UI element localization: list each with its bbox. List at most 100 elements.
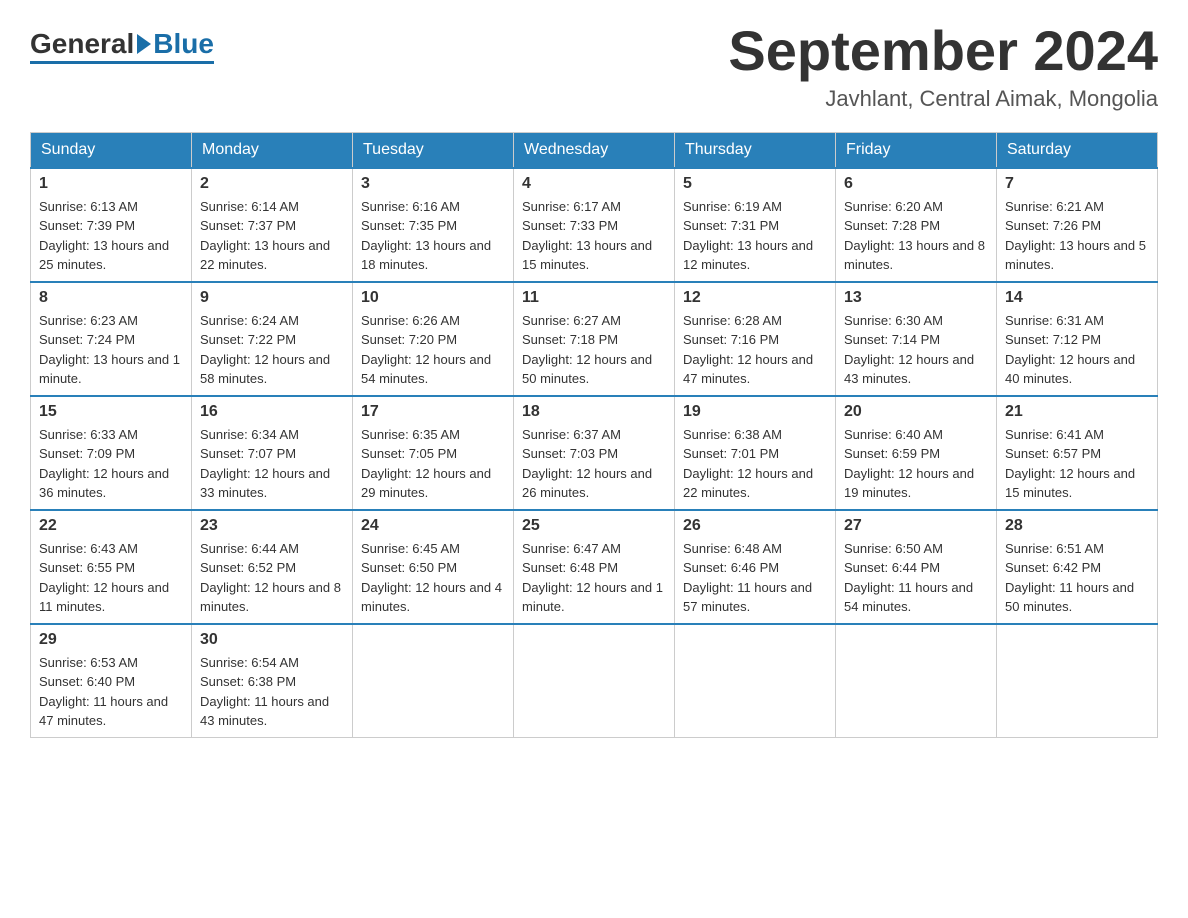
sunrise-label: Sunrise: 6:38 AM	[683, 427, 782, 442]
day-info: Sunrise: 6:21 AM Sunset: 7:26 PM Dayligh…	[1005, 197, 1149, 275]
sunset-label: Sunset: 7:07 PM	[200, 446, 296, 461]
daylight-label: Daylight: 11 hours and 54 minutes.	[844, 580, 973, 615]
sunrise-label: Sunrise: 6:17 AM	[522, 199, 621, 214]
calendar-cell: 27 Sunrise: 6:50 AM Sunset: 6:44 PM Dayl…	[836, 510, 997, 624]
calendar-cell: 29 Sunrise: 6:53 AM Sunset: 6:40 PM Dayl…	[31, 624, 192, 738]
sunset-label: Sunset: 7:20 PM	[361, 332, 457, 347]
calendar-cell: 4 Sunrise: 6:17 AM Sunset: 7:33 PM Dayli…	[514, 168, 675, 282]
calendar-cell: 24 Sunrise: 6:45 AM Sunset: 6:50 PM Dayl…	[353, 510, 514, 624]
daylight-label: Daylight: 13 hours and 15 minutes.	[522, 238, 652, 273]
daylight-label: Daylight: 13 hours and 12 minutes.	[683, 238, 813, 273]
day-number: 12	[683, 289, 827, 307]
sunrise-label: Sunrise: 6:34 AM	[200, 427, 299, 442]
sunrise-label: Sunrise: 6:14 AM	[200, 199, 299, 214]
sunrise-label: Sunrise: 6:26 AM	[361, 313, 460, 328]
sunset-label: Sunset: 7:01 PM	[683, 446, 779, 461]
sunrise-label: Sunrise: 6:13 AM	[39, 199, 138, 214]
location-subtitle: Javhlant, Central Aimak, Mongolia	[728, 86, 1158, 112]
calendar-cell: 9 Sunrise: 6:24 AM Sunset: 7:22 PM Dayli…	[192, 282, 353, 396]
col-header-thursday: Thursday	[675, 132, 836, 168]
sunset-label: Sunset: 7:28 PM	[844, 218, 940, 233]
calendar-cell: 17 Sunrise: 6:35 AM Sunset: 7:05 PM Dayl…	[353, 396, 514, 510]
sunrise-label: Sunrise: 6:24 AM	[200, 313, 299, 328]
sunrise-label: Sunrise: 6:50 AM	[844, 541, 943, 556]
day-number: 14	[1005, 289, 1149, 307]
sunrise-label: Sunrise: 6:33 AM	[39, 427, 138, 442]
calendar-cell: 23 Sunrise: 6:44 AM Sunset: 6:52 PM Dayl…	[192, 510, 353, 624]
day-info: Sunrise: 6:43 AM Sunset: 6:55 PM Dayligh…	[39, 539, 183, 617]
daylight-label: Daylight: 12 hours and 8 minutes.	[200, 580, 341, 615]
sunrise-label: Sunrise: 6:31 AM	[1005, 313, 1104, 328]
daylight-label: Daylight: 13 hours and 8 minutes.	[844, 238, 985, 273]
calendar-week-row: 1 Sunrise: 6:13 AM Sunset: 7:39 PM Dayli…	[31, 168, 1158, 282]
daylight-label: Daylight: 12 hours and 50 minutes.	[522, 352, 652, 387]
calendar-week-row: 29 Sunrise: 6:53 AM Sunset: 6:40 PM Dayl…	[31, 624, 1158, 738]
day-info: Sunrise: 6:27 AM Sunset: 7:18 PM Dayligh…	[522, 311, 666, 389]
calendar-cell	[997, 624, 1158, 738]
sunrise-label: Sunrise: 6:43 AM	[39, 541, 138, 556]
calendar-cell: 28 Sunrise: 6:51 AM Sunset: 6:42 PM Dayl…	[997, 510, 1158, 624]
calendar-cell: 7 Sunrise: 6:21 AM Sunset: 7:26 PM Dayli…	[997, 168, 1158, 282]
calendar-cell: 21 Sunrise: 6:41 AM Sunset: 6:57 PM Dayl…	[997, 396, 1158, 510]
calendar-cell: 30 Sunrise: 6:54 AM Sunset: 6:38 PM Dayl…	[192, 624, 353, 738]
sunrise-label: Sunrise: 6:40 AM	[844, 427, 943, 442]
daylight-label: Daylight: 12 hours and 29 minutes.	[361, 466, 491, 501]
day-info: Sunrise: 6:30 AM Sunset: 7:14 PM Dayligh…	[844, 311, 988, 389]
daylight-label: Daylight: 13 hours and 25 minutes.	[39, 238, 169, 273]
sunset-label: Sunset: 6:42 PM	[1005, 560, 1101, 575]
day-number: 27	[844, 517, 988, 535]
day-info: Sunrise: 6:17 AM Sunset: 7:33 PM Dayligh…	[522, 197, 666, 275]
page-header: General Blue September 2024 Javhlant, Ce…	[30, 20, 1158, 112]
calendar-cell: 15 Sunrise: 6:33 AM Sunset: 7:09 PM Dayl…	[31, 396, 192, 510]
day-number: 28	[1005, 517, 1149, 535]
calendar-cell: 25 Sunrise: 6:47 AM Sunset: 6:48 PM Dayl…	[514, 510, 675, 624]
sunset-label: Sunset: 6:48 PM	[522, 560, 618, 575]
day-info: Sunrise: 6:24 AM Sunset: 7:22 PM Dayligh…	[200, 311, 344, 389]
calendar-cell: 5 Sunrise: 6:19 AM Sunset: 7:31 PM Dayli…	[675, 168, 836, 282]
day-number: 17	[361, 403, 505, 421]
logo-underline	[30, 61, 214, 64]
daylight-label: Daylight: 11 hours and 47 minutes.	[39, 694, 168, 729]
sunrise-label: Sunrise: 6:54 AM	[200, 655, 299, 670]
daylight-label: Daylight: 12 hours and 36 minutes.	[39, 466, 169, 501]
sunrise-label: Sunrise: 6:45 AM	[361, 541, 460, 556]
daylight-label: Daylight: 12 hours and 15 minutes.	[1005, 466, 1135, 501]
day-info: Sunrise: 6:34 AM Sunset: 7:07 PM Dayligh…	[200, 425, 344, 503]
sunrise-label: Sunrise: 6:37 AM	[522, 427, 621, 442]
calendar-cell	[353, 624, 514, 738]
calendar-cell: 26 Sunrise: 6:48 AM Sunset: 6:46 PM Dayl…	[675, 510, 836, 624]
daylight-label: Daylight: 13 hours and 18 minutes.	[361, 238, 491, 273]
logo-general-text: General	[30, 30, 134, 58]
day-info: Sunrise: 6:40 AM Sunset: 6:59 PM Dayligh…	[844, 425, 988, 503]
daylight-label: Daylight: 12 hours and 1 minute.	[522, 580, 663, 615]
calendar-header-row: SundayMondayTuesdayWednesdayThursdayFrid…	[31, 132, 1158, 168]
day-info: Sunrise: 6:54 AM Sunset: 6:38 PM Dayligh…	[200, 653, 344, 731]
sunrise-label: Sunrise: 6:44 AM	[200, 541, 299, 556]
day-info: Sunrise: 6:41 AM Sunset: 6:57 PM Dayligh…	[1005, 425, 1149, 503]
day-number: 1	[39, 175, 183, 193]
day-number: 26	[683, 517, 827, 535]
calendar-cell: 11 Sunrise: 6:27 AM Sunset: 7:18 PM Dayl…	[514, 282, 675, 396]
calendar-cell: 2 Sunrise: 6:14 AM Sunset: 7:37 PM Dayli…	[192, 168, 353, 282]
day-info: Sunrise: 6:44 AM Sunset: 6:52 PM Dayligh…	[200, 539, 344, 617]
daylight-label: Daylight: 11 hours and 50 minutes.	[1005, 580, 1134, 615]
calendar-cell: 16 Sunrise: 6:34 AM Sunset: 7:07 PM Dayl…	[192, 396, 353, 510]
day-info: Sunrise: 6:51 AM Sunset: 6:42 PM Dayligh…	[1005, 539, 1149, 617]
calendar-cell: 22 Sunrise: 6:43 AM Sunset: 6:55 PM Dayl…	[31, 510, 192, 624]
sunset-label: Sunset: 7:22 PM	[200, 332, 296, 347]
col-header-tuesday: Tuesday	[353, 132, 514, 168]
day-number: 29	[39, 631, 183, 649]
logo-arrow-icon	[137, 34, 151, 54]
day-info: Sunrise: 6:16 AM Sunset: 7:35 PM Dayligh…	[361, 197, 505, 275]
calendar-cell: 19 Sunrise: 6:38 AM Sunset: 7:01 PM Dayl…	[675, 396, 836, 510]
day-info: Sunrise: 6:13 AM Sunset: 7:39 PM Dayligh…	[39, 197, 183, 275]
sunset-label: Sunset: 7:12 PM	[1005, 332, 1101, 347]
daylight-label: Daylight: 11 hours and 43 minutes.	[200, 694, 329, 729]
calendar-cell: 1 Sunrise: 6:13 AM Sunset: 7:39 PM Dayli…	[31, 168, 192, 282]
calendar-week-row: 15 Sunrise: 6:33 AM Sunset: 7:09 PM Dayl…	[31, 396, 1158, 510]
sunset-label: Sunset: 6:52 PM	[200, 560, 296, 575]
day-info: Sunrise: 6:45 AM Sunset: 6:50 PM Dayligh…	[361, 539, 505, 617]
sunset-label: Sunset: 7:33 PM	[522, 218, 618, 233]
day-number: 19	[683, 403, 827, 421]
day-number: 22	[39, 517, 183, 535]
